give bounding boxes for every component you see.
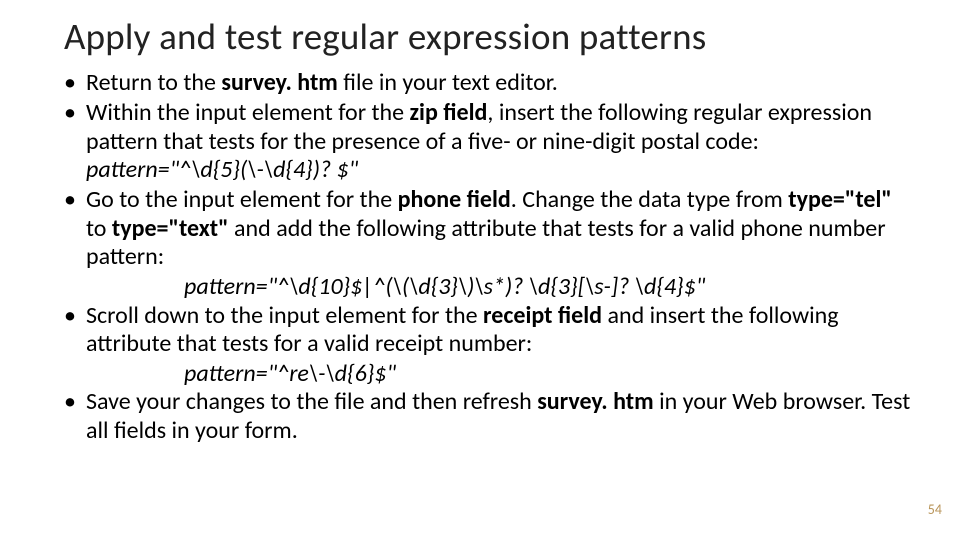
code-pattern-zip: pattern="^\d{5}(\-\d{4})? $" <box>86 155 358 184</box>
code-pattern-receipt: pattern="^re\-\d{6}$" <box>184 360 912 388</box>
text: file in your text editor. <box>338 68 558 97</box>
bold-type-text: type="text" <box>112 214 229 243</box>
text: . Change the data type from <box>511 185 788 214</box>
text: Scroll down to the input element for the <box>86 301 483 330</box>
bullet-list: Return to the survey. htm file in your t… <box>64 69 912 271</box>
bullet-2: Within the input element for the zip fie… <box>64 99 912 184</box>
bullet-list-cont2: Save your changes to the file and then r… <box>64 388 912 445</box>
page-number: 54 <box>928 501 942 518</box>
bold-filename: survey. htm <box>221 68 337 97</box>
text: Go to the input element for the <box>86 185 398 214</box>
bullet-1: Return to the survey. htm file in your t… <box>64 69 912 97</box>
code-pattern-phone: pattern="^\d{10}$|^(\(\d{3}\)\s*)? \d{3}… <box>184 273 912 301</box>
text: Save your changes to the file and then r… <box>86 387 537 416</box>
bold-type-tel: type="tel" <box>788 185 892 214</box>
bold-field: receipt field <box>483 301 602 330</box>
bullet-4: Scroll down to the input element for the… <box>64 302 912 359</box>
bold-filename: survey. htm <box>537 387 653 416</box>
bullet-3: Go to the input element for the phone fi… <box>64 186 912 271</box>
slide: Apply and test regular expression patter… <box>0 0 960 540</box>
text: Return to the <box>86 68 221 97</box>
bullet-5: Save your changes to the file and then r… <box>64 388 912 445</box>
text: Within the input element for the <box>86 98 410 127</box>
bold-field: phone field <box>398 185 511 214</box>
slide-title: Apply and test regular expression patter… <box>64 14 912 59</box>
bullet-list-cont: Scroll down to the input element for the… <box>64 302 912 359</box>
bold-field: zip field <box>410 98 488 127</box>
text: to <box>86 214 112 243</box>
